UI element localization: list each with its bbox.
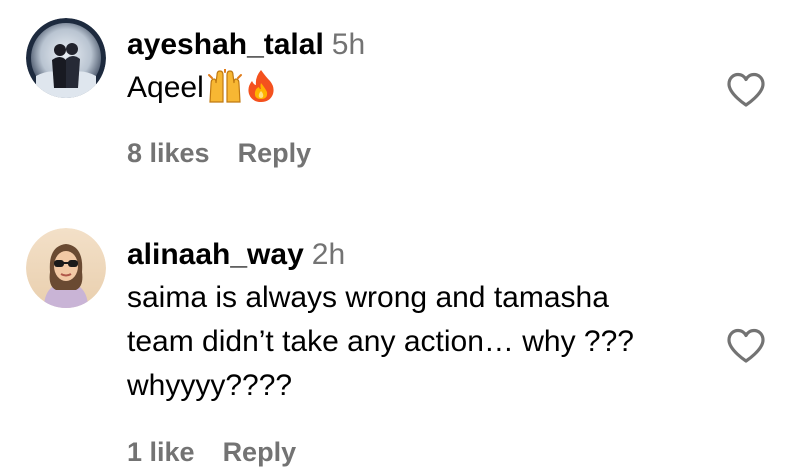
avatar-woman-sunglasses-photo-icon (26, 228, 106, 308)
comment-body: ayeshah_talal 5h Aqeel (127, 26, 698, 116)
comment-text-line: saima is always wrong and tamasha (127, 281, 609, 314)
comment-text-content: Aqeel (127, 71, 204, 104)
username-link[interactable]: ayeshah_talal (127, 28, 324, 61)
like-comment-button[interactable] (726, 328, 766, 364)
comment-header: ayeshah_talal 5h (127, 26, 698, 64)
comment-body: alinaah_way 2h saima is always wrong and … (127, 236, 698, 408)
comment-text: saima is always wrong and tamasha team d… (127, 276, 698, 408)
reply-button[interactable]: Reply (238, 138, 312, 168)
comment-item: ayeshah_talal 5h Aqeel 8 likes Reply (0, 0, 788, 200)
comment-text-line: team didn’t take any action… why ??? (127, 325, 634, 358)
comment-time: 2h (311, 238, 346, 271)
avatar-couple-photo-icon (26, 18, 106, 98)
comment-meta: 1 like Reply (127, 436, 296, 468)
comment-item: alinaah_way 2h saima is always wrong and … (0, 210, 788, 475)
comment-text-line: whyyyy???? (127, 369, 293, 402)
user-avatar[interactable] (26, 18, 106, 98)
like-comment-button[interactable] (726, 72, 766, 108)
comment-meta: 8 likes Reply (127, 137, 311, 169)
raising-hands-emoji-icon (206, 68, 244, 116)
reply-button[interactable]: Reply (223, 437, 297, 467)
user-avatar[interactable] (26, 228, 106, 308)
username-link[interactable]: alinaah_way (127, 238, 304, 271)
likes-count[interactable]: 8 likes (127, 138, 210, 168)
heart-outline-icon (727, 328, 765, 363)
likes-count[interactable]: 1 like (127, 437, 195, 467)
fire-emoji-icon (246, 69, 276, 116)
comment-header: alinaah_way 2h (127, 236, 698, 274)
comment-text: Aqeel (127, 66, 698, 116)
comment-time: 5h (331, 28, 366, 61)
heart-outline-icon (727, 72, 765, 107)
